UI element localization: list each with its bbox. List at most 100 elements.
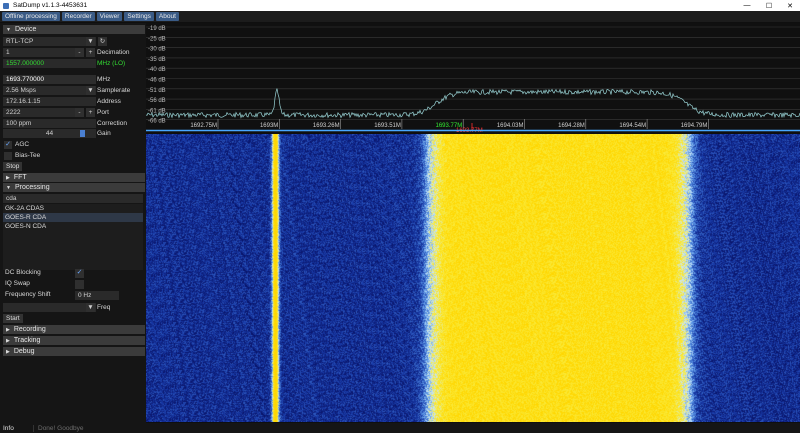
pipeline-list: GK-2A CDAS GOES-R CDA GOES-N CDA <box>3 204 143 270</box>
pipeline-item-goes-r-cda[interactable]: GOES-R CDA <box>3 213 143 222</box>
lo-input[interactable]: 1557.000000 <box>3 59 96 68</box>
refresh-icon[interactable]: ↻ <box>98 37 107 46</box>
frequency-tick-label: 1693.26M <box>313 123 340 129</box>
address-value: 172.16.1.15 <box>6 98 41 105</box>
debug-header-label: Debug <box>13 348 35 355</box>
db-grid: -19 dB -25 dB -30 dB -35 dB -40 dB -46 dB -51 … <box>146 26 800 125</box>
waterfall-display[interactable] <box>146 134 800 422</box>
frequency-tick-label: 1693M <box>260 123 278 129</box>
db-label: -51 dB <box>148 88 166 94</box>
db-label: -19 dB <box>148 26 166 32</box>
collapsed-arrow-icon: ▶ <box>6 174 10 181</box>
agc-label: AGC <box>15 141 30 148</box>
samplerate-value: 2.56 Msps <box>6 87 36 94</box>
frequency-shift-input[interactable]: 0 Hz <box>75 291 119 300</box>
debug-section-header[interactable]: ▶ Debug <box>3 347 145 356</box>
device-section-header[interactable]: ▼ Device <box>3 25 145 34</box>
pipeline-search-value: cda <box>6 195 17 202</box>
close-icon[interactable]: ✕ <box>779 0 800 11</box>
frequency-tick-label: 1694.28M <box>558 123 585 129</box>
agc-checkbox[interactable]: ✓ <box>4 141 12 149</box>
samplerate-label: Samplerate <box>97 87 131 94</box>
lo-value: 1557.000000 <box>6 60 44 67</box>
dc-blocking-checkbox[interactable]: ✓ <box>75 269 84 278</box>
tracking-header-label: Tracking <box>13 337 41 344</box>
decimation-plus-button[interactable]: + <box>86 48 95 57</box>
menu-offline-processing[interactable]: Offline processing <box>2 12 60 21</box>
checkmark-icon: ✓ <box>76 269 83 276</box>
processing-section-header[interactable]: ▼ Processing <box>3 183 145 192</box>
menu-about[interactable]: About <box>155 12 179 21</box>
port-input[interactable]: 2222 <box>3 108 75 117</box>
tracking-section-header[interactable]: ▶ Tracking <box>3 336 145 345</box>
menu-bar: Offline processing Recorder Viewer Setti… <box>0 11 800 22</box>
decimation-minus-button[interactable]: - <box>75 48 84 57</box>
pipeline-item-gk2a-cdas[interactable]: GK-2A CDAS <box>3 204 143 213</box>
freq-select[interactable] <box>3 303 96 312</box>
gain-label: Gain <box>97 130 111 137</box>
iq-swap-checkbox[interactable] <box>75 280 84 289</box>
decimation-input[interactable]: 1 <box>3 48 75 57</box>
gain-slider[interactable]: 44 <box>3 129 96 138</box>
samplerate-select[interactable]: 2.56 Msps <box>3 86 96 95</box>
decimation-label: Decimation <box>97 49 130 56</box>
correction-value: 100 ppm <box>6 120 32 127</box>
address-label: Address <box>97 98 121 105</box>
fft-header-label: FFT <box>13 174 27 181</box>
device-header-label: Device <box>14 26 37 33</box>
minimize-icon[interactable]: — <box>736 0 758 11</box>
frequency-tick-label: 1694.03M <box>497 123 524 129</box>
samplerate-dropdown-icon[interactable]: ▼ <box>86 86 95 95</box>
frequency-tick-label: 1693.51M <box>374 123 401 129</box>
recording-header-label: Recording <box>13 326 46 333</box>
db-label: -46 dB <box>148 78 166 84</box>
info-label[interactable]: Info <box>0 424 34 432</box>
menu-viewer[interactable]: Viewer <box>96 12 123 21</box>
lo-label: MHz (LO) <box>97 60 126 67</box>
frequency-shift-value: 0 Hz <box>78 292 92 299</box>
db-label: -66 dB <box>148 119 166 125</box>
fft-spectrum[interactable]: -19 dB -25 dB -30 dB -35 dB -40 dB -46 dB -51 … <box>145 23 800 134</box>
freq-dropdown-icon[interactable]: ▼ <box>86 303 95 312</box>
pipeline-search-input[interactable]: cda <box>3 194 143 203</box>
source-select-value: RTL-TCP <box>6 38 34 45</box>
port-plus-button[interactable]: + <box>86 108 95 117</box>
correction-input[interactable]: 100 ppm <box>3 119 96 128</box>
sidebar: ▼ Device RTL-TCP ▼ ↻ 1 - + Decimation 15… <box>0 23 146 423</box>
frequency-value: 1693.770000 <box>6 76 44 83</box>
dc-blocking-label: DC Blocking <box>5 269 41 276</box>
menu-recorder[interactable]: Recorder <box>61 12 95 21</box>
source-select[interactable]: RTL-TCP <box>3 37 96 46</box>
menu-settings[interactable]: Settings <box>124 12 154 21</box>
collapsed-arrow-icon: ▶ <box>6 337 10 344</box>
port-value: 2222 <box>6 109 21 116</box>
db-label: -25 dB <box>148 36 166 42</box>
source-dropdown-icon[interactable]: ▼ <box>86 37 95 46</box>
fft-section-header[interactable]: ▶ FFT <box>3 173 145 182</box>
frequency-input[interactable]: 1693.770000 <box>3 75 96 84</box>
recording-section-header[interactable]: ▶ Recording <box>3 325 145 334</box>
port-minus-button[interactable]: - <box>75 108 84 117</box>
processing-header-label: Processing <box>14 184 50 191</box>
frequency-shift-label: Frequency Shift <box>5 291 51 298</box>
decimation-value: 1 <box>6 49 10 56</box>
fft-spectrum-svg: -19 dB -25 dB -30 dB -35 dB -40 dB -46 dB -51 … <box>145 26 800 134</box>
title-bar: SatDump v1.1.3-4453631 — ☐ ✕ <box>0 0 800 11</box>
app-icon <box>3 2 9 9</box>
collapsed-arrow-icon: ▶ <box>6 348 10 355</box>
waterfall-canvas <box>146 134 800 422</box>
freq-label: Freq <box>97 304 111 311</box>
biastee-checkbox[interactable] <box>4 152 12 160</box>
stop-button[interactable]: Stop <box>3 162 23 171</box>
pipeline-item-goes-n-cda[interactable]: GOES-N CDA <box>3 222 143 231</box>
collapsed-arrow-icon: ▶ <box>6 326 10 333</box>
gain-slider-handle[interactable] <box>80 130 86 137</box>
status-message: Done! Goodbye <box>38 424 84 432</box>
start-button[interactable]: Start <box>3 314 23 323</box>
port-label: Port <box>97 109 109 116</box>
frequency-unit: MHz <box>97 76 111 83</box>
address-input[interactable]: 172.16.1.15 <box>3 97 96 106</box>
db-label: -40 dB <box>148 67 166 73</box>
frequency-tick-label: 1694.54M <box>619 123 646 129</box>
maximize-icon[interactable]: ☐ <box>758 0 780 11</box>
